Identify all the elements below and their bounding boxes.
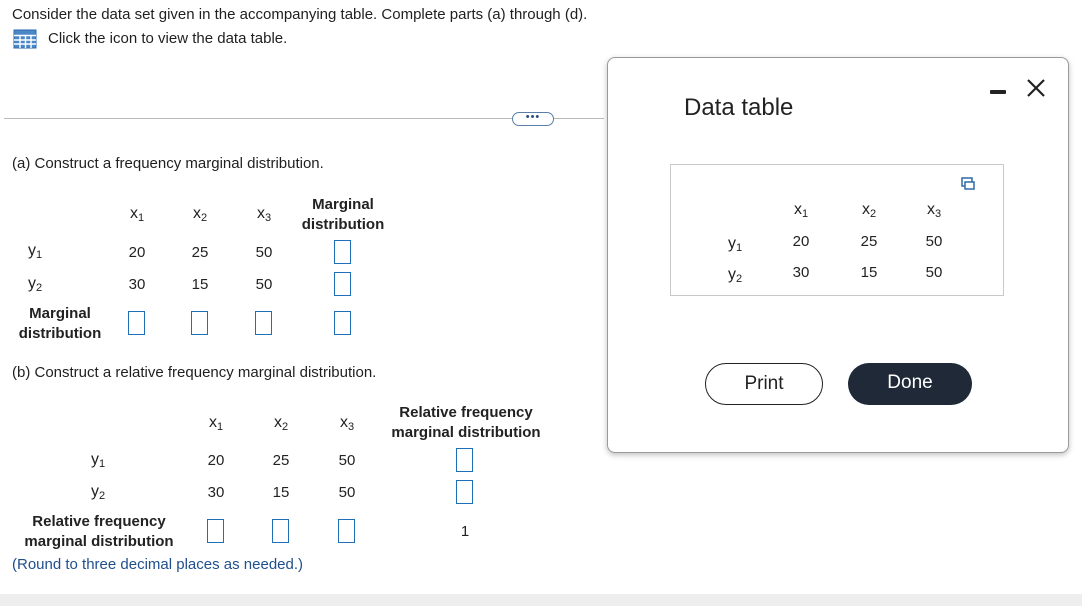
data-table-row-y2: y2: [727, 266, 743, 285]
part-a-marginal-header: Marginal distribution: [301, 196, 385, 233]
done-button[interactable]: Done: [848, 363, 972, 405]
data-table-header-x1: x1: [793, 201, 809, 220]
part-b-total-value: 1: [460, 523, 470, 540]
part-a-header-x1: x1: [129, 205, 145, 224]
question-intro: Consider the data set given in the accom…: [12, 6, 588, 23]
part-b-header-x1: x1: [208, 414, 224, 433]
rounding-note: (Round to three decimal places as needed…: [12, 556, 304, 573]
part-a-marginal-x1-input[interactable]: [128, 311, 145, 335]
data-table-cell: 30: [792, 264, 810, 281]
print-button[interactable]: Print: [705, 363, 823, 405]
copy-icon[interactable]: [961, 177, 975, 191]
view-table-link[interactable]: Click the icon to view the data table.: [48, 30, 287, 47]
part-a-marginal-total-input[interactable]: [334, 311, 351, 335]
data-table: x1 x2 x3 y1 20 25 50 y2 30 15 50: [670, 164, 1004, 296]
data-table-cell: 20: [792, 233, 810, 250]
modal-title: Data table: [684, 94, 794, 121]
data-table-header-x2: x2: [861, 201, 877, 220]
data-table-cell: 15: [860, 264, 878, 281]
part-b-prompt: (b) Construct a relative frequency margi…: [12, 364, 377, 381]
part-b-relfreq-x3-input[interactable]: [338, 519, 355, 543]
part-b-row-y1: y1: [90, 451, 106, 470]
part-a-cell: 50: [255, 244, 273, 261]
part-b-cell: 25: [272, 452, 290, 469]
part-a-header-x3: x3: [256, 205, 272, 224]
part-b-cell: 50: [338, 484, 356, 501]
part-b-cell: 15: [272, 484, 290, 501]
part-b-cell: 30: [207, 484, 225, 501]
part-a-cell: 25: [191, 244, 209, 261]
part-b-relfreq-header: Relative frequency marginal distribution: [391, 404, 541, 441]
data-table-cell: 50: [925, 264, 943, 281]
data-table-cell: 50: [925, 233, 943, 250]
data-table-row-y1: y1: [727, 235, 743, 254]
more-button[interactable]: •••: [512, 112, 554, 126]
close-icon[interactable]: [1024, 76, 1048, 100]
part-b-cell: 20: [207, 452, 225, 469]
table-icon[interactable]: [13, 29, 37, 49]
data-table-header-x3: x3: [926, 201, 942, 220]
part-a-cell: 20: [128, 244, 146, 261]
part-a-header-x2: x2: [192, 205, 208, 224]
part-a-cell: 50: [255, 276, 273, 293]
part-a-marginal-y2-input[interactable]: [334, 272, 351, 296]
part-a-cell: 15: [191, 276, 209, 293]
minimize-icon[interactable]: [990, 80, 1006, 96]
part-a-row-y1: y1: [27, 242, 43, 261]
part-b-relfreq-y2-input[interactable]: [456, 480, 473, 504]
part-b-relfreq-row-label: Relative frequency marginal distribution: [24, 513, 174, 550]
part-a-marginal-x2-input[interactable]: [191, 311, 208, 335]
part-a-marginal-row-label: Marginal distribution: [18, 305, 102, 342]
part-b-relfreq-x1-input[interactable]: [207, 519, 224, 543]
part-a-marginal-y1-input[interactable]: [334, 240, 351, 264]
data-table-modal: Data table x1 x2 x3 y1 20 25 50 y2 30 15…: [607, 57, 1069, 453]
part-a-prompt: (a) Construct a frequency marginal distr…: [12, 155, 324, 172]
part-a-marginal-x3-input[interactable]: [255, 311, 272, 335]
data-table-cell: 25: [860, 233, 878, 250]
part-b-relfreq-y1-input[interactable]: [456, 448, 473, 472]
part-b-header-x3: x3: [339, 414, 355, 433]
part-b-header-x2: x2: [273, 414, 289, 433]
part-b-cell: 50: [338, 452, 356, 469]
bottom-bar: [0, 594, 1082, 606]
part-b-row-y2: y2: [90, 483, 106, 502]
part-b-relfreq-x2-input[interactable]: [272, 519, 289, 543]
part-a-row-y2: y2: [27, 275, 43, 294]
part-a-cell: 30: [128, 276, 146, 293]
